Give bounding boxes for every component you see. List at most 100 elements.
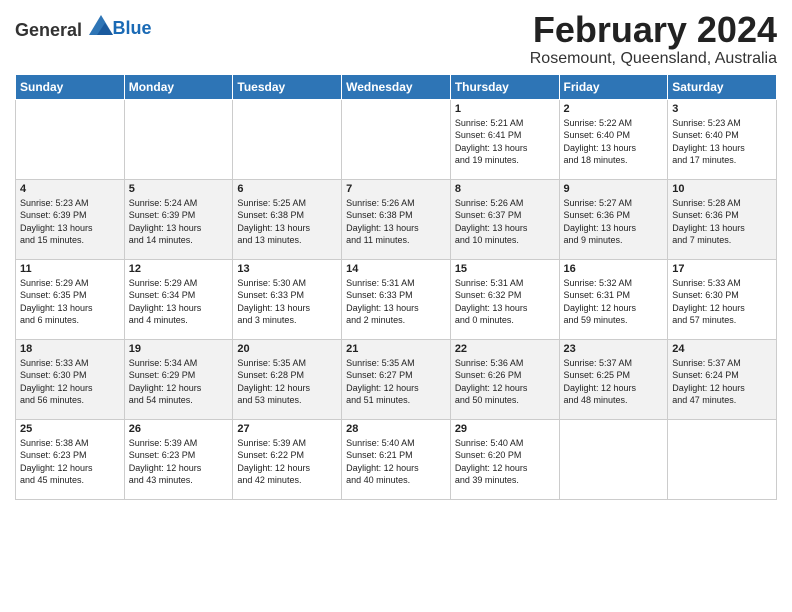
calendar-cell: 13 Sunrise: 5:30 AM Sunset: 6:33 PM Dayli… xyxy=(233,259,342,339)
day-detail: Sunrise: 5:26 AM Sunset: 6:38 PM Dayligh… xyxy=(346,197,446,247)
day-number: 11 xyxy=(20,263,120,275)
day-number: 5 xyxy=(129,183,229,195)
day-number: 26 xyxy=(129,423,229,435)
day-number: 18 xyxy=(20,343,120,355)
day-header-wednesday: Wednesday xyxy=(342,74,451,99)
day-detail: Sunrise: 5:32 AM Sunset: 6:31 PM Dayligh… xyxy=(564,277,664,327)
day-detail: Sunrise: 5:25 AM Sunset: 6:38 PM Dayligh… xyxy=(237,197,337,247)
day-number: 20 xyxy=(237,343,337,355)
day-detail: Sunrise: 5:40 AM Sunset: 6:20 PM Dayligh… xyxy=(455,437,555,487)
calendar-cell: 5 Sunrise: 5:24 AM Sunset: 6:39 PM Daylig… xyxy=(124,179,233,259)
calendar-cell: 16Sunrise: 5:32 AM Sunset: 6:31 PM Dayli… xyxy=(559,259,668,339)
day-detail: Sunrise: 5:37 AM Sunset: 6:25 PM Dayligh… xyxy=(564,357,664,407)
calendar-cell: 1Sunrise: 5:21 AM Sunset: 6:41 PM Daylig… xyxy=(450,99,559,179)
day-number: 12 xyxy=(129,263,229,275)
day-detail: Sunrise: 5:24 AM Sunset: 6:39 PM Dayligh… xyxy=(129,197,229,247)
calendar-cell: 18 Sunrise: 5:33 AM Sunset: 6:30 PM Dayli… xyxy=(16,339,125,419)
day-number: 14 xyxy=(346,263,446,275)
logo: General Blue xyxy=(15,18,152,41)
calendar-week-2: 4Sunrise: 5:23 AM Sunset: 6:39 PM Daylig… xyxy=(16,179,777,259)
header: General Blue February 2024 Rosemount, Qu… xyxy=(15,10,777,68)
calendar-cell: 22Sunrise: 5:36 AM Sunset: 6:26 PM Dayli… xyxy=(450,339,559,419)
day-number: 23 xyxy=(564,343,664,355)
calendar-cell: 8 Sunrise: 5:26 AM Sunset: 6:37 PM Daylig… xyxy=(450,179,559,259)
day-number: 2 xyxy=(564,103,664,115)
day-number: 24 xyxy=(672,343,772,355)
calendar-cell: 7 Sunrise: 5:26 AM Sunset: 6:38 PM Daylig… xyxy=(342,179,451,259)
calendar-cell: 10 Sunrise: 5:28 AM Sunset: 6:36 PM Dayli… xyxy=(668,179,777,259)
day-detail: Sunrise: 5:23 AM Sunset: 6:39 PM Dayligh… xyxy=(20,197,120,247)
calendar-cell: 25Sunrise: 5:38 AM Sunset: 6:23 PM Dayli… xyxy=(16,419,125,499)
title-block: February 2024 Rosemount, Queensland, Aus… xyxy=(530,10,777,68)
day-detail: Sunrise: 5:28 AM Sunset: 6:36 PM Dayligh… xyxy=(672,197,772,247)
calendar-cell: 20 Sunrise: 5:35 AM Sunset: 6:28 PM Dayli… xyxy=(233,339,342,419)
day-number: 1 xyxy=(455,103,555,115)
calendar-cell: 15 Sunrise: 5:31 AM Sunset: 6:32 PM Dayli… xyxy=(450,259,559,339)
calendar-week-3: 11Sunrise: 5:29 AM Sunset: 6:35 PM Dayli… xyxy=(16,259,777,339)
day-detail: Sunrise: 5:31 AM Sunset: 6:32 PM Dayligh… xyxy=(455,277,555,327)
day-header-thursday: Thursday xyxy=(450,74,559,99)
calendar-header-row: SundayMondayTuesdayWednesdayThursdayFrid… xyxy=(16,74,777,99)
day-number: 15 xyxy=(455,263,555,275)
location-title: Rosemount, Queensland, Australia xyxy=(530,50,777,68)
calendar-cell: 21Sunrise: 5:35 AM Sunset: 6:27 PM Dayli… xyxy=(342,339,451,419)
day-number: 3 xyxy=(672,103,772,115)
day-number: 9 xyxy=(564,183,664,195)
day-detail: Sunrise: 5:23 AM Sunset: 6:40 PM Dayligh… xyxy=(672,117,772,167)
calendar-cell: 3 Sunrise: 5:23 AM Sunset: 6:40 PM Daylig… xyxy=(668,99,777,179)
calendar-cell: 17 Sunrise: 5:33 AM Sunset: 6:30 PM Dayli… xyxy=(668,259,777,339)
day-number: 10 xyxy=(672,183,772,195)
calendar-cell: 19 Sunrise: 5:34 AM Sunset: 6:29 PM Dayli… xyxy=(124,339,233,419)
calendar-cell: 9 Sunrise: 5:27 AM Sunset: 6:36 PM Daylig… xyxy=(559,179,668,259)
logo-general: General xyxy=(15,20,82,40)
calendar-cell xyxy=(233,99,342,179)
day-detail: Sunrise: 5:29 AM Sunset: 6:34 PM Dayligh… xyxy=(129,277,229,327)
day-number: 22 xyxy=(455,343,555,355)
day-header-friday: Friday xyxy=(559,74,668,99)
calendar-cell: 27 Sunrise: 5:39 AM Sunset: 6:22 PM Dayli… xyxy=(233,419,342,499)
day-detail: Sunrise: 5:34 AM Sunset: 6:29 PM Dayligh… xyxy=(129,357,229,407)
day-header-saturday: Saturday xyxy=(668,74,777,99)
day-detail: Sunrise: 5:33 AM Sunset: 6:30 PM Dayligh… xyxy=(672,277,772,327)
day-detail: Sunrise: 5:30 AM Sunset: 6:33 PM Dayligh… xyxy=(237,277,337,327)
day-number: 29 xyxy=(455,423,555,435)
logo-icon xyxy=(89,14,113,36)
day-header-monday: Monday xyxy=(124,74,233,99)
day-number: 28 xyxy=(346,423,446,435)
calendar-cell: 23 Sunrise: 5:37 AM Sunset: 6:25 PM Dayli… xyxy=(559,339,668,419)
calendar-cell: 11Sunrise: 5:29 AM Sunset: 6:35 PM Dayli… xyxy=(16,259,125,339)
day-detail: Sunrise: 5:40 AM Sunset: 6:21 PM Dayligh… xyxy=(346,437,446,487)
calendar-week-4: 18 Sunrise: 5:33 AM Sunset: 6:30 PM Dayli… xyxy=(16,339,777,419)
day-detail: Sunrise: 5:31 AM Sunset: 6:33 PM Dayligh… xyxy=(346,277,446,327)
logo-blue: Blue xyxy=(113,18,152,39)
day-number: 19 xyxy=(129,343,229,355)
day-number: 7 xyxy=(346,183,446,195)
day-detail: Sunrise: 5:26 AM Sunset: 6:37 PM Dayligh… xyxy=(455,197,555,247)
day-number: 13 xyxy=(237,263,337,275)
day-number: 8 xyxy=(455,183,555,195)
day-detail: Sunrise: 5:39 AM Sunset: 6:23 PM Dayligh… xyxy=(129,437,229,487)
day-detail: Sunrise: 5:39 AM Sunset: 6:22 PM Dayligh… xyxy=(237,437,337,487)
day-detail: Sunrise: 5:35 AM Sunset: 6:28 PM Dayligh… xyxy=(237,357,337,407)
day-detail: Sunrise: 5:22 AM Sunset: 6:40 PM Dayligh… xyxy=(564,117,664,167)
calendar-week-5: 25Sunrise: 5:38 AM Sunset: 6:23 PM Dayli… xyxy=(16,419,777,499)
calendar-cell: 12 Sunrise: 5:29 AM Sunset: 6:34 PM Dayli… xyxy=(124,259,233,339)
calendar-cell xyxy=(16,99,125,179)
calendar-cell: 29 Sunrise: 5:40 AM Sunset: 6:20 PM Dayli… xyxy=(450,419,559,499)
calendar-week-1: 1Sunrise: 5:21 AM Sunset: 6:41 PM Daylig… xyxy=(16,99,777,179)
day-number: 6 xyxy=(237,183,337,195)
day-number: 17 xyxy=(672,263,772,275)
day-detail: Sunrise: 5:37 AM Sunset: 6:24 PM Dayligh… xyxy=(672,357,772,407)
calendar-cell xyxy=(559,419,668,499)
calendar-body: 1Sunrise: 5:21 AM Sunset: 6:41 PM Daylig… xyxy=(16,99,777,499)
calendar-cell: 24 Sunrise: 5:37 AM Sunset: 6:24 PM Dayli… xyxy=(668,339,777,419)
day-detail: Sunrise: 5:33 AM Sunset: 6:30 PM Dayligh… xyxy=(20,357,120,407)
day-detail: Sunrise: 5:27 AM Sunset: 6:36 PM Dayligh… xyxy=(564,197,664,247)
day-header-sunday: Sunday xyxy=(16,74,125,99)
calendar-cell xyxy=(342,99,451,179)
calendar-cell: 14 Sunrise: 5:31 AM Sunset: 6:33 PM Dayli… xyxy=(342,259,451,339)
day-detail: Sunrise: 5:35 AM Sunset: 6:27 PM Dayligh… xyxy=(346,357,446,407)
calendar-cell: 28 Sunrise: 5:40 AM Sunset: 6:21 PM Dayli… xyxy=(342,419,451,499)
day-number: 27 xyxy=(237,423,337,435)
month-title: February 2024 xyxy=(530,10,777,50)
